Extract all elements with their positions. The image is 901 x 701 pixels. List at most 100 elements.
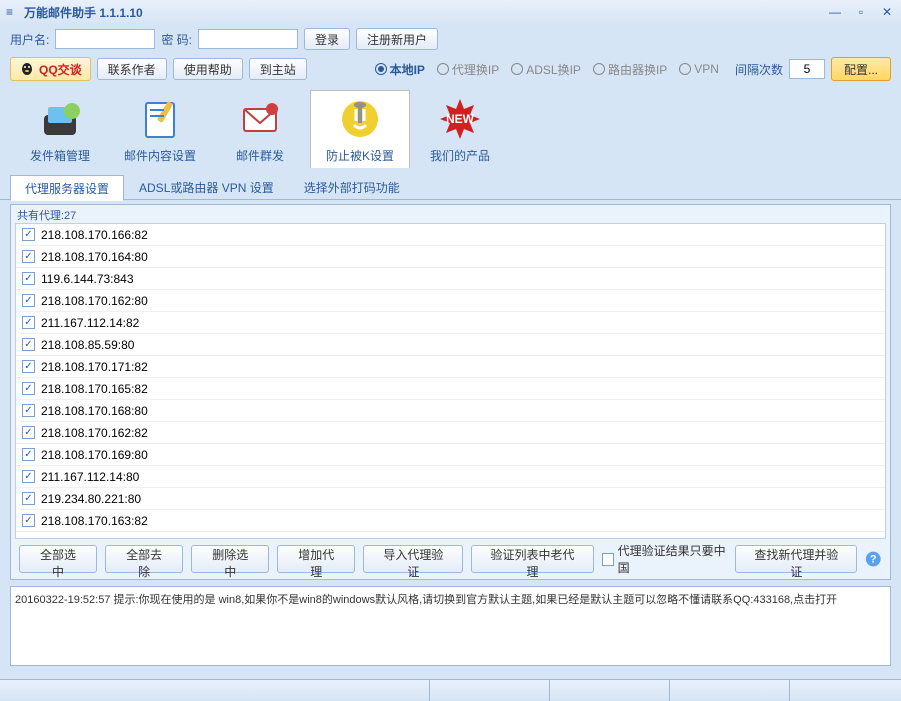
proxy-row[interactable]: ✓218.108.170.163:82 (16, 510, 885, 532)
proxy-address: 219.234.80.221:80 (41, 492, 141, 506)
checkbox-icon[interactable]: ✓ (22, 294, 35, 307)
ribbon-antik-label: 防止被K设置 (326, 147, 394, 164)
checkbox-icon[interactable]: ✓ (22, 426, 35, 439)
minimize-button[interactable]: — (827, 4, 843, 20)
checkbox-icon[interactable]: ✓ (22, 250, 35, 263)
ribbon-products-label: 我们的产品 (430, 147, 490, 164)
proxy-row[interactable]: ✓ 211.167.112.14:82 (16, 312, 885, 334)
outbox-icon (36, 95, 84, 143)
password-input[interactable] (198, 29, 298, 49)
remove-all-button[interactable]: 全部去除 (105, 545, 183, 573)
proxy-address: 218.108.170.169:80 (41, 448, 148, 462)
log-area[interactable]: 20160322-19:52:57 提示:你现在使用的是 win8,如果你不是w… (10, 586, 891, 666)
interval-input[interactable] (789, 59, 825, 79)
status-cell-3 (550, 680, 670, 701)
checkbox-icon[interactable]: ✓ (22, 228, 35, 241)
proxy-row[interactable]: ✓ 218.108.170.166:82 (16, 224, 885, 246)
proxy-row[interactable]: ✓ 218.108.85.59:80 (16, 334, 885, 356)
radio-adsl-ip[interactable]: ADSL换IP (511, 61, 581, 78)
content-icon (136, 95, 184, 143)
antik-icon (336, 95, 384, 143)
login-button[interactable]: 登录 (304, 28, 350, 50)
checkbox-icon[interactable]: ✓ (22, 448, 35, 461)
checkbox-icon[interactable]: ✓ (22, 272, 35, 285)
proxy-row[interactable]: ✓ 218.108.170.169:80 (16, 444, 885, 466)
proxy-address: 218.108.170.166:82 (41, 228, 148, 242)
contact-button[interactable]: 联系作者 (97, 58, 167, 80)
checkbox-icon (602, 553, 614, 566)
checkbox-icon[interactable]: ✓ (22, 338, 35, 351)
tab-bar: 代理服务器设置 ADSL或路由器 VPN 设置 选择外部打码功能 (0, 174, 901, 200)
china-only-checkbox[interactable]: 代理验证结果只要中国 (602, 542, 728, 576)
proxy-address: 211.167.112.14:82 (41, 316, 139, 330)
radio-local-ip[interactable]: 本地IP (375, 61, 425, 78)
username-input[interactable] (55, 29, 155, 49)
delete-selected-button[interactable]: 删除选中 (191, 545, 269, 573)
verify-old-button[interactable]: 验证列表中老代理 (471, 545, 593, 573)
checkbox-icon[interactable]: ✓ (22, 316, 35, 329)
home-button[interactable]: 到主站 (249, 58, 307, 80)
proxy-row[interactable]: ✓218.108.170.162:80 (16, 290, 885, 312)
window-controls: — ▫ ✕ (827, 4, 895, 20)
select-all-button[interactable]: 全部选中 (19, 545, 97, 573)
proxy-row[interactable]: ✓ 119.6.144.73:843 (16, 268, 885, 290)
proxy-row[interactable]: ✓ 218.108.170.165:82 (16, 378, 885, 400)
status-cell-4 (670, 680, 790, 701)
ribbon-outbox[interactable]: 发件箱管理 (10, 90, 110, 168)
proxy-address: 218.108.85.59:80 (41, 338, 134, 352)
tab-adsl[interactable]: ADSL或路由器 VPN 设置 (124, 174, 289, 200)
app-icon: ≡ (6, 6, 18, 18)
radio-proxy-ip[interactable]: 代理换IP (437, 61, 499, 78)
import-verify-button[interactable]: 导入代理验证 (363, 545, 463, 573)
proxy-list[interactable]: ✓218.108.170.166:82✓218.108.170.164:80✓1… (15, 223, 886, 539)
qq-chat-button[interactable]: QQ交谈 (10, 57, 91, 81)
proxy-row[interactable]: ✓ 218.108.170.168:80 (16, 400, 885, 422)
radio-vpn[interactable]: VPN (679, 62, 719, 76)
action-row: 全部选中 全部去除 删除选中 增加代理 导入代理验证 验证列表中老代理 代理验证… (11, 539, 890, 579)
proxy-address: 211.167.112.14:80 (41, 470, 139, 484)
radio-router-ip[interactable]: 路由器换IP (593, 61, 667, 78)
ribbon-content[interactable]: 邮件内容设置 (110, 90, 210, 168)
ribbon-send[interactable]: 邮件群发 (210, 90, 310, 168)
ip-mode-group: 本地IP 代理换IP ADSL换IP 路由器换IP VPN (375, 61, 719, 78)
find-new-button[interactable]: 查找新代理并验证 (735, 545, 857, 573)
maximize-button[interactable]: ▫ (853, 4, 869, 20)
password-label: 密 码: (161, 31, 192, 48)
proxy-address: 119.6.144.73:843 (41, 272, 134, 286)
tab-external[interactable]: 选择外部打码功能 (289, 174, 415, 200)
checkbox-icon[interactable]: ✓ (22, 382, 35, 395)
proxy-count-label: 共有代理:27 (11, 205, 890, 223)
close-button[interactable]: ✕ (879, 4, 895, 20)
checkbox-icon[interactable]: ✓ (22, 492, 35, 505)
ribbon-products[interactable]: NEW 我们的产品 (410, 90, 510, 168)
proxy-row[interactable]: ✓ 211.167.112.14:80 (16, 466, 885, 488)
config-button[interactable]: 配置... (831, 57, 891, 81)
statusbar (0, 679, 901, 701)
tab-proxy[interactable]: 代理服务器设置 (10, 175, 124, 201)
checkbox-icon[interactable]: ✓ (22, 360, 35, 373)
proxy-row[interactable]: ✓ 218.108.170.162:82 (16, 422, 885, 444)
status-cell-1 (0, 680, 430, 701)
proxy-address: 218.108.170.168:80 (41, 404, 148, 418)
proxy-row[interactable]: ✓218.108.170.171:82 (16, 356, 885, 378)
checkbox-icon[interactable]: ✓ (22, 470, 35, 483)
checkbox-icon[interactable]: ✓ (22, 514, 35, 527)
login-row: 用户名: 密 码: 登录 注册新用户 (0, 24, 901, 54)
register-button[interactable]: 注册新用户 (356, 28, 438, 50)
qq-icon (19, 61, 35, 77)
toolbar-row: QQ交谈 联系作者 使用帮助 到主站 本地IP 代理换IP ADSL换IP 路由… (0, 54, 901, 84)
add-proxy-button[interactable]: 增加代理 (277, 545, 355, 573)
ribbon-send-label: 邮件群发 (236, 147, 284, 164)
help-icon[interactable]: ? (865, 550, 882, 568)
interval-label: 间隔次数 (735, 61, 783, 78)
status-cell-2 (430, 680, 550, 701)
proxy-row[interactable]: ✓ 219.234.80.221:80 (16, 488, 885, 510)
proxy-row[interactable]: ✓218.108.170.164:80 (16, 246, 885, 268)
checkbox-icon[interactable]: ✓ (22, 404, 35, 417)
help-button[interactable]: 使用帮助 (173, 58, 243, 80)
status-cell-5 (790, 680, 901, 701)
send-icon (236, 95, 284, 143)
proxy-address: 218.108.170.162:82 (41, 426, 148, 440)
proxy-address: 218.108.170.165:82 (41, 382, 148, 396)
ribbon-antik[interactable]: 防止被K设置 (310, 90, 410, 168)
